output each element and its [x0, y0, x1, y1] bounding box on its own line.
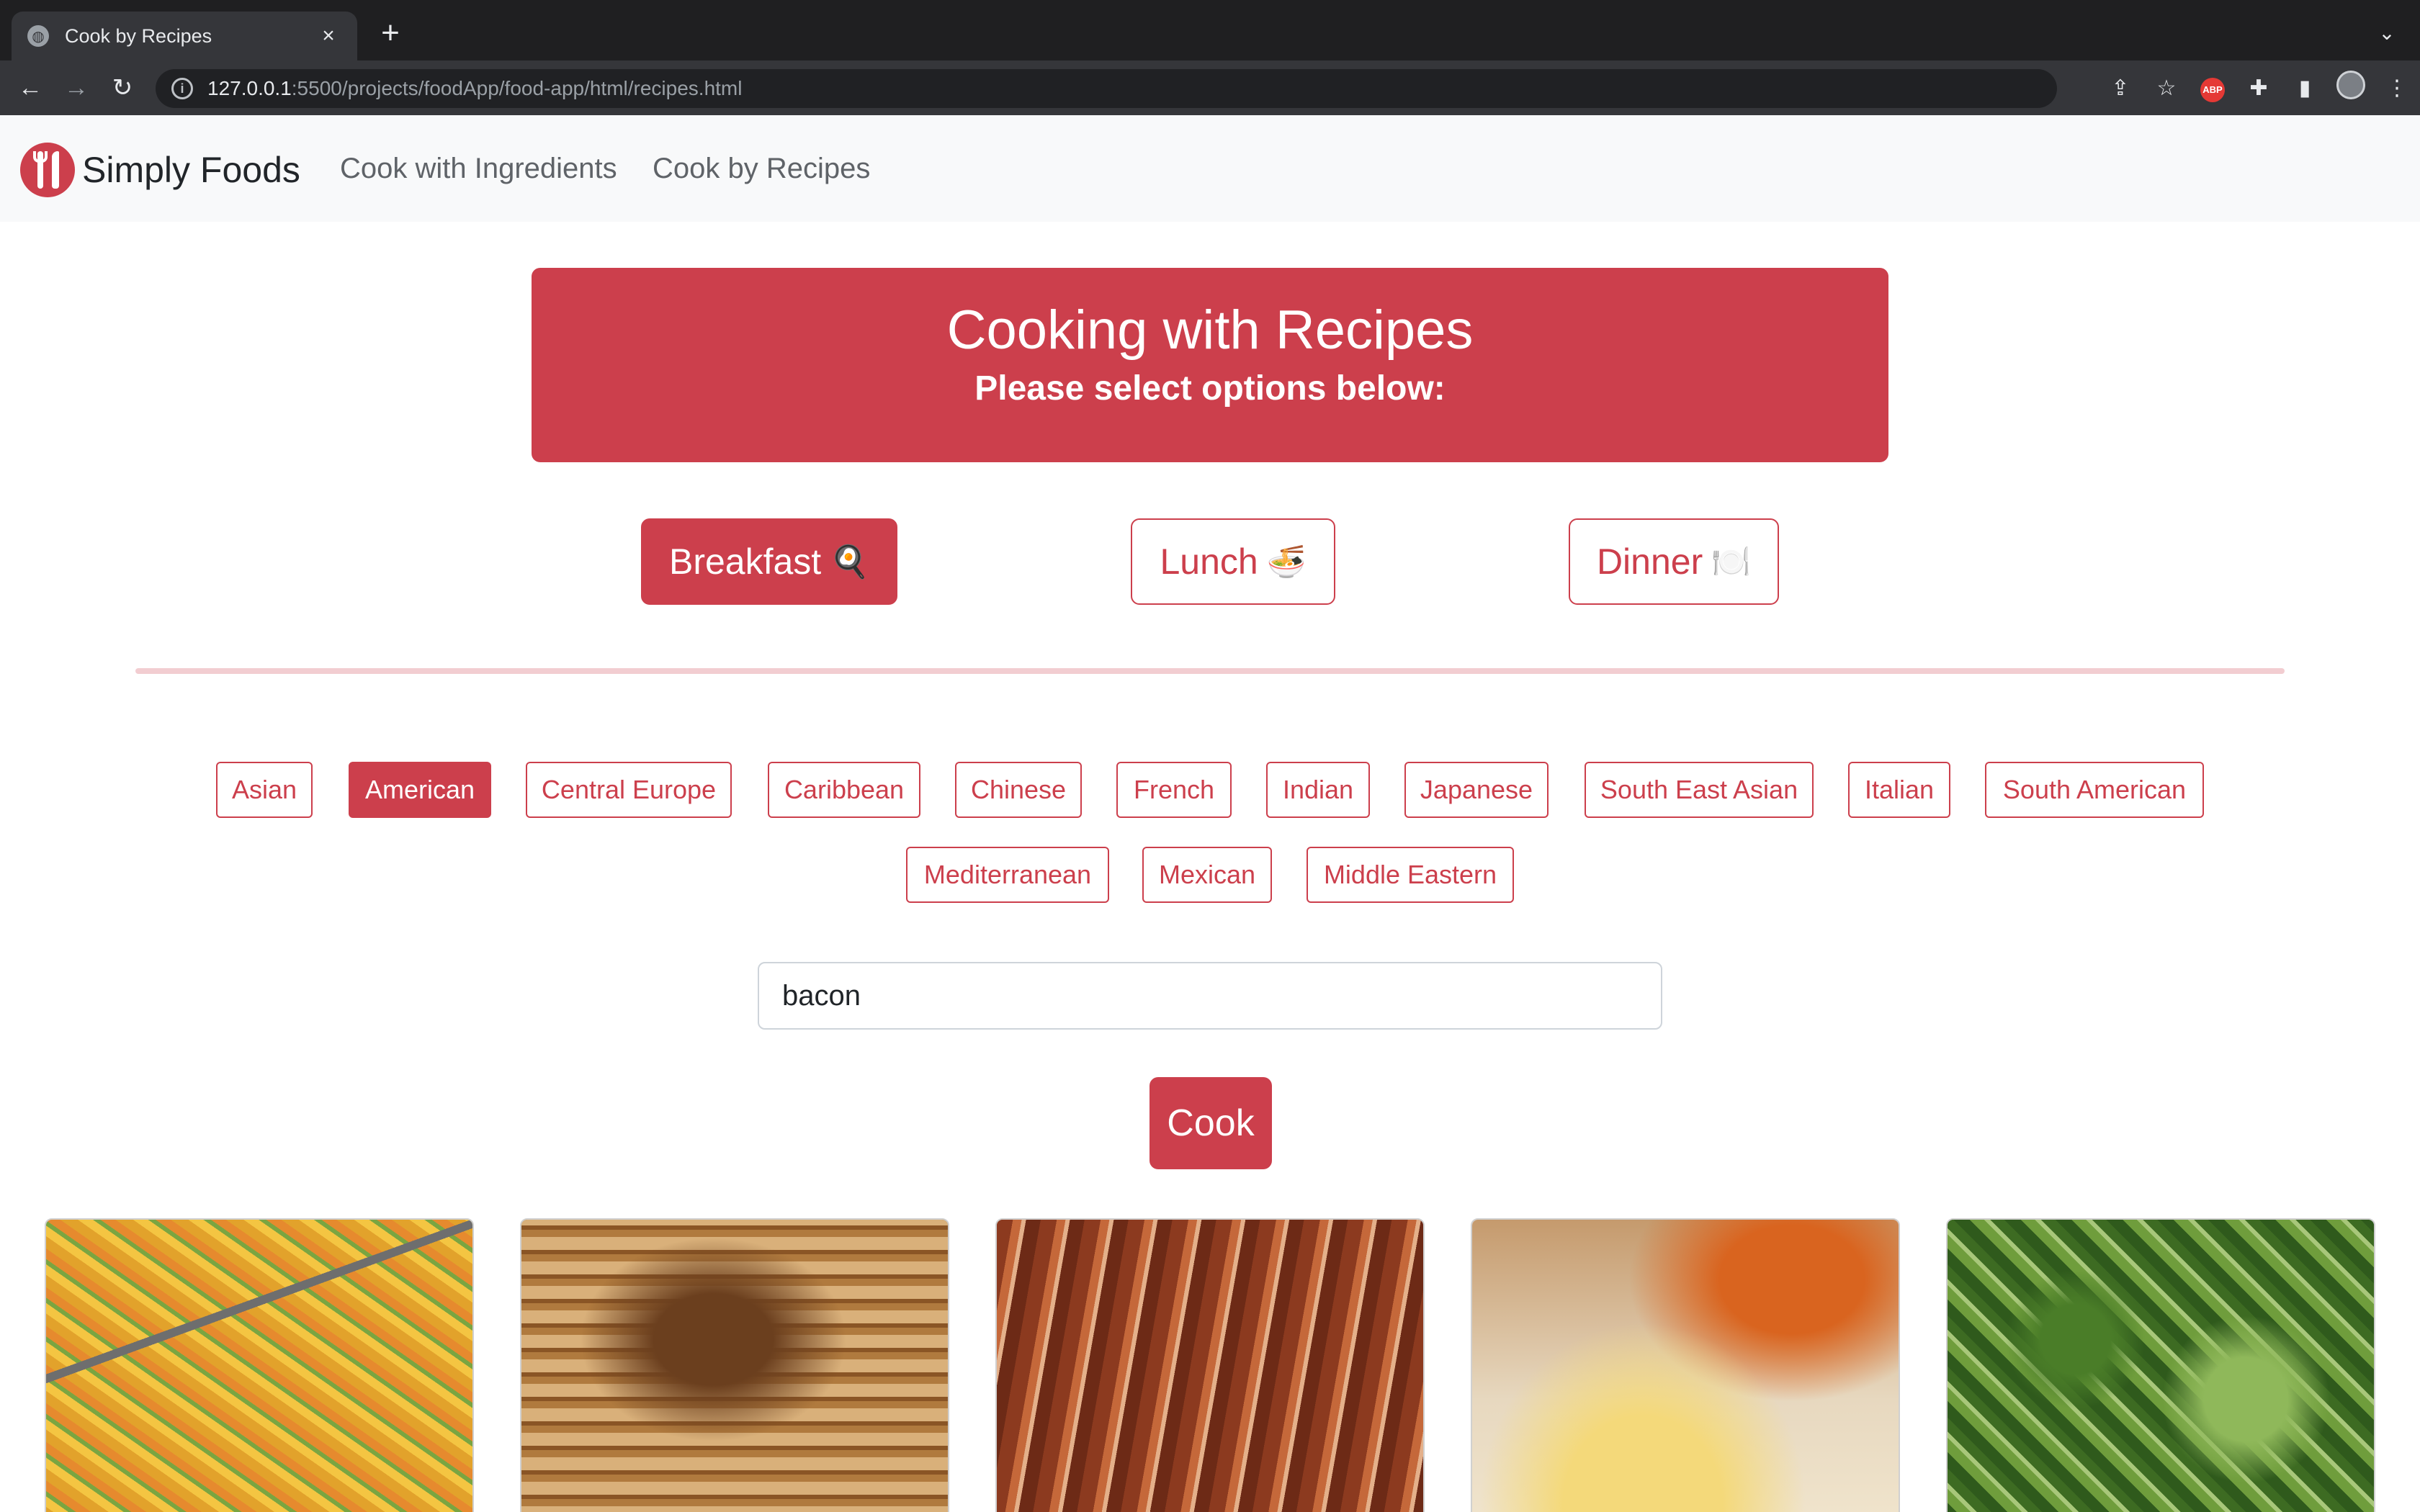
cuisine-chip-chinese[interactable]: Chinese: [955, 762, 1082, 818]
nav-link-cook-by-recipes[interactable]: Cook by Recipes: [653, 153, 870, 185]
tab-title: Cook by Recipes: [65, 24, 212, 47]
cuisine-chip-indian[interactable]: Indian: [1266, 762, 1370, 818]
cuisine-chip-asian[interactable]: Asian: [216, 762, 313, 818]
meal-label: Breakfast: [668, 541, 822, 582]
adblock-icon[interactable]: ABP: [2190, 74, 2236, 102]
nav-link-cook-with-ingredients[interactable]: Cook with Ingredients: [340, 153, 617, 185]
cuisine-chip-american[interactable]: American: [349, 762, 491, 818]
close-tab-icon[interactable]: ×: [315, 24, 341, 48]
fork-knife-logo-icon: [20, 143, 75, 197]
profile-avatar[interactable]: [2328, 71, 2374, 105]
url-host: 127.0.0.1: [207, 77, 292, 99]
page-subtitle: Please select options below:: [974, 369, 1446, 408]
recipe-image-pancakes[interactable]: [521, 1220, 948, 1512]
recipe-image-egg-pastry[interactable]: [1472, 1220, 1899, 1512]
site-info-icon[interactable]: i: [171, 78, 193, 99]
frying-pan-egg-icon: 🍳: [830, 544, 869, 580]
cuisine-chip-central-europe[interactable]: Central Europe: [526, 762, 732, 818]
plate-cutlery-icon: 🍽️: [1711, 544, 1752, 580]
recipe-image-brussels-sprouts[interactable]: [1948, 1220, 2374, 1512]
globe-icon: ◍: [27, 25, 49, 47]
forward-icon[interactable]: →: [60, 72, 92, 104]
browser-tab-strip: ◍ Cook by Recipes × + ⌄: [0, 0, 2420, 60]
browser-toolbar: ← → ↻ i 127.0.0.1:5500/projects/foodApp/…: [0, 60, 2420, 115]
meal-button-breakfast[interactable]: Breakfast 🍳: [641, 518, 897, 605]
browser-menu-icon[interactable]: ⋮: [2374, 76, 2420, 101]
recipe-card[interactable]: [995, 1218, 1425, 1512]
recipe-card[interactable]: [45, 1218, 474, 1512]
recipe-card[interactable]: [1471, 1218, 1900, 1512]
recipe-image-pizza[interactable]: [46, 1220, 472, 1512]
page-title: Cooking with Recipes: [946, 300, 1474, 361]
cuisine-chip-middle-eastern[interactable]: Middle Eastern: [1307, 847, 1514, 903]
section-divider: [135, 668, 2285, 674]
new-tab-icon[interactable]: +: [375, 17, 406, 49]
recipe-card[interactable]: [1946, 1218, 2375, 1512]
ingredient-search-input[interactable]: [758, 962, 1662, 1030]
meal-button-lunch[interactable]: Lunch 🍜: [1131, 518, 1335, 605]
bookmark-star-icon[interactable]: ☆: [2143, 76, 2190, 101]
cuisine-chip-south-east-asian[interactable]: South East Asian: [1585, 762, 1814, 818]
noodle-bowl-icon: 🍜: [1266, 544, 1307, 580]
meal-label: Lunch: [1160, 541, 1258, 582]
cuisine-chip-french[interactable]: French: [1116, 762, 1232, 818]
browser-tab[interactable]: ◍ Cook by Recipes ×: [12, 12, 357, 60]
side-panel-icon[interactable]: ▮: [2282, 76, 2328, 101]
url-path: :5500/projects/foodApp/food-app/html/rec…: [291, 77, 743, 99]
brand-name: Simply Foods: [82, 150, 300, 190]
cuisine-chip-mexican[interactable]: Mexican: [1142, 847, 1272, 903]
cuisine-chip-japanese[interactable]: Japanese: [1404, 762, 1549, 818]
cuisine-chip-mediterranean[interactable]: Mediterranean: [906, 847, 1109, 903]
recipe-card[interactable]: [520, 1218, 949, 1512]
cook-button[interactable]: Cook: [1150, 1077, 1272, 1169]
hero-banner: Cooking with Recipes Please select optio…: [532, 268, 1888, 462]
address-bar[interactable]: i 127.0.0.1:5500/projects/foodApp/food-a…: [156, 69, 2057, 108]
recipe-image-bacon[interactable]: [997, 1220, 1423, 1512]
site-navbar: Simply Foods Cook with Ingredients Cook …: [0, 115, 2420, 222]
meal-label: Dinner: [1596, 541, 1703, 582]
back-icon[interactable]: ←: [14, 72, 46, 104]
brand-link[interactable]: Simply Foods: [20, 143, 300, 197]
cuisine-chip-italian[interactable]: Italian: [1848, 762, 1950, 818]
cuisine-chip-caribbean[interactable]: Caribbean: [768, 762, 920, 818]
tab-search-chevron-icon[interactable]: ⌄: [2372, 19, 2401, 48]
cuisine-chip-south-american[interactable]: South American: [1985, 762, 2204, 818]
reload-icon[interactable]: ↻: [107, 72, 138, 104]
extensions-puzzle-icon[interactable]: ✚: [2236, 76, 2282, 101]
share-icon[interactable]: ⇪: [2097, 76, 2143, 101]
meal-button-dinner[interactable]: Dinner 🍽️: [1569, 518, 1779, 605]
